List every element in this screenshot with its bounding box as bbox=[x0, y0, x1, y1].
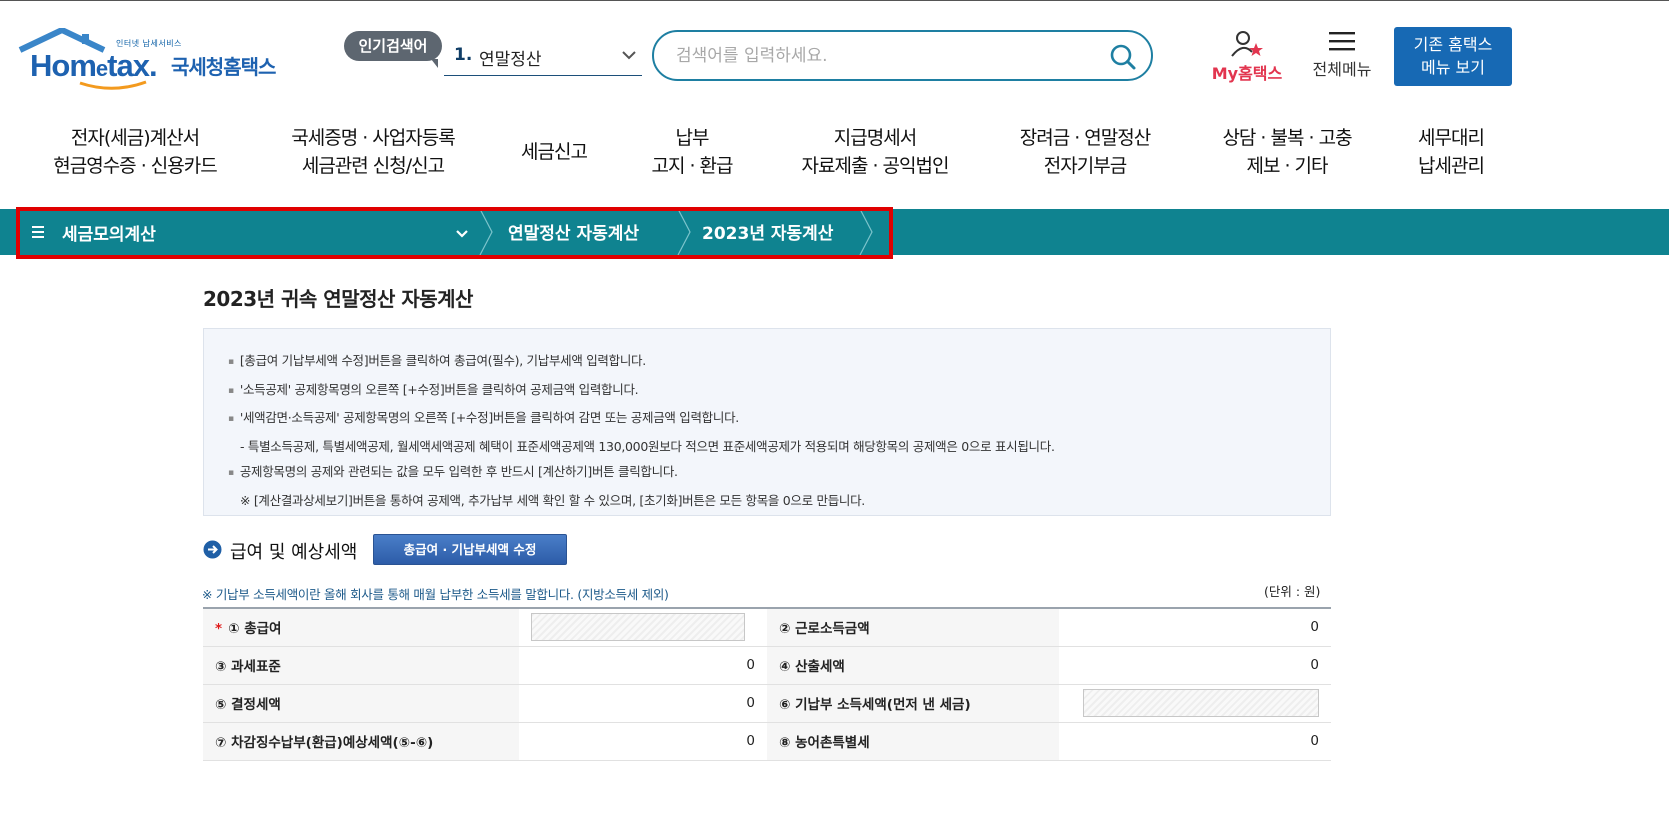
salary-tax-table: * ① 총급여 ② 근로소득금액 0 ③ 과세표준 0 ④ 산출세액 0 ⑤ 결정… bbox=[203, 607, 1331, 761]
table-header-cell: * ① 총급여 bbox=[203, 608, 519, 647]
notice-item: 공제항목명의 공제와 관련되는 값을 모두 입력한 후 반드시 [계산하기]버튼… bbox=[228, 459, 1306, 488]
section-title-text: 급여 및 예상세액 bbox=[230, 542, 358, 563]
table-value-cell bbox=[1059, 684, 1331, 723]
prepaid-tax-note: ※ 기납부 소득세액이란 올해 회사를 통해 매월 납부한 소득세를 말합니다.… bbox=[202, 587, 669, 602]
old-menu-line2: 메뉴 보기 bbox=[1421, 58, 1485, 77]
all-menu-button[interactable]: 전체메뉴 bbox=[1304, 30, 1380, 82]
prepaid-tax-field[interactable] bbox=[1083, 689, 1319, 717]
popular-search-badge: 인기검색어 bbox=[344, 31, 442, 68]
table-row: ⑤ 결정세액 0 ⑥ 기납부 소득세액(먼저 낸 세금) bbox=[203, 684, 1331, 723]
my-hometax-label: My홈택스 bbox=[1211, 64, 1283, 83]
page-title: 2023년 귀속 연말정산 자동계산 bbox=[203, 287, 473, 311]
chevron-down-icon bbox=[622, 51, 636, 60]
main-navigation: 전자(세금)계산서 현금영수증 · 신용카드 국세증명 · 사업자등록 세금관련 신… bbox=[0, 118, 1669, 198]
popular-search-dropdown[interactable]: 1. 연말정산 bbox=[444, 38, 642, 76]
required-mark: * bbox=[215, 621, 223, 638]
total-salary-field[interactable] bbox=[531, 613, 745, 642]
table-value-cell: 0 bbox=[1059, 646, 1331, 685]
hamburger-icon bbox=[1329, 32, 1355, 51]
table-header-cell: ⑥ 기납부 소득세액(먼저 낸 세금) bbox=[767, 684, 1059, 723]
nav-item-consultation[interactable]: 상담 · 불복 · 고충 제보 · 기타 bbox=[1208, 124, 1366, 180]
notice-item: [총급여 기납부세액 수정]버튼을 클릭하여 총급여(필수), 기납부세액 입력… bbox=[228, 348, 1306, 377]
logo-brand: Hometax. bbox=[30, 48, 158, 83]
table-row: ⑦ 차감징수납부(환급)예상세액(⑤-⑥) 0 ⑧ 농어촌특별세 0 bbox=[203, 722, 1331, 761]
old-menu-line1: 기존 홈택스 bbox=[1413, 35, 1493, 54]
notice-box: [총급여 기납부세액 수정]버튼을 클릭하여 총급여(필수), 기납부세액 입력… bbox=[203, 328, 1331, 516]
nav-item-tax-agent[interactable]: 세무대리 납세관리 bbox=[1406, 124, 1496, 180]
table-value-cell: 0 bbox=[1059, 722, 1331, 761]
table-header-cell: ④ 산출세액 bbox=[767, 646, 1059, 685]
nav-item-tax-report[interactable]: 세금신고 bbox=[511, 138, 597, 166]
popular-term: 연말정산 bbox=[479, 50, 542, 70]
table-row: ③ 과세표준 0 ④ 산출세액 0 bbox=[203, 646, 1331, 685]
breadcrumb-highlight-box bbox=[16, 207, 893, 259]
nav-item-payment[interactable]: 납부 고지 · 환급 bbox=[640, 124, 744, 180]
logo-korean-name: 국세청홈택스 bbox=[171, 55, 276, 79]
table-row: * ① 총급여 ② 근로소득금액 0 bbox=[203, 608, 1331, 647]
nav-item-e-invoice[interactable]: 전자(세금)계산서 현금영수증 · 신용카드 bbox=[40, 124, 230, 180]
search-icon[interactable] bbox=[1109, 43, 1137, 71]
edit-salary-tax-button[interactable]: 총급여 · 기납부세액 수정 bbox=[373, 534, 567, 565]
notice-item: '세액감면·소득공제' 공제항목명의 오른쪽 [+수정]버튼을 클릭하여 감면 … bbox=[228, 405, 1306, 434]
top-border-line bbox=[0, 0, 1669, 1]
table-header-cell: ③ 과세표준 bbox=[203, 646, 519, 685]
table-header-cell: ② 근로소득금액 bbox=[767, 608, 1059, 647]
table-header-cell: ⑤ 결정세액 bbox=[203, 684, 519, 723]
search-input[interactable] bbox=[676, 44, 1096, 68]
my-hometax-button[interactable]: My홈택스 bbox=[1205, 30, 1289, 83]
user-star-icon bbox=[1231, 31, 1263, 57]
old-hometax-menu-button[interactable]: 기존 홈택스 메뉴 보기 bbox=[1394, 27, 1512, 86]
logo-swoosh-icon bbox=[79, 80, 147, 90]
table-value-cell: 0 bbox=[519, 684, 767, 723]
table-value-cell: 0 bbox=[519, 646, 767, 685]
arrow-right-circle-icon bbox=[203, 540, 222, 559]
unit-label: (단위 : 원) bbox=[1264, 584, 1321, 599]
table-value-cell: 0 bbox=[1059, 608, 1331, 647]
nav-item-incentive-year-end[interactable]: 장려금 · 연말정산 전자기부금 bbox=[1006, 124, 1164, 180]
hometax-logo[interactable]: 인터넷 납세서비스 Hometax. 국세청홈택스 bbox=[18, 28, 278, 90]
notice-subitem: ※ [계산결과상세보기]버튼을 통하여 공제액, 추가납부 세액 확인 할 수 … bbox=[240, 492, 865, 508]
table-value-cell: 0 bbox=[519, 722, 767, 761]
nav-item-certificate[interactable]: 국세증명 · 사업자등록 세금관련 신청/신고 bbox=[276, 124, 470, 180]
table-header-cell: ⑧ 농어촌특별세 bbox=[767, 722, 1059, 761]
all-menu-label: 전체메뉴 bbox=[1312, 60, 1372, 79]
search-bar bbox=[652, 30, 1153, 81]
nav-item-payment-statement[interactable]: 지급명세서 자료제출 · 공익법인 bbox=[788, 124, 962, 180]
notice-item: '소득공제' 공제항목명의 오른쪽 [+수정]버튼을 클릭하여 공제금액 입력합… bbox=[228, 377, 1306, 406]
popular-rank: 1. bbox=[454, 45, 473, 65]
notice-subitem: - 특별소득공제, 특별세액공제, 월세액세액공제 혜택이 표준세액공제액 13… bbox=[240, 438, 1055, 454]
table-header-cell: ⑦ 차감징수납부(환급)예상세액(⑤-⑥) bbox=[203, 722, 519, 761]
table-value-cell bbox=[519, 608, 767, 647]
